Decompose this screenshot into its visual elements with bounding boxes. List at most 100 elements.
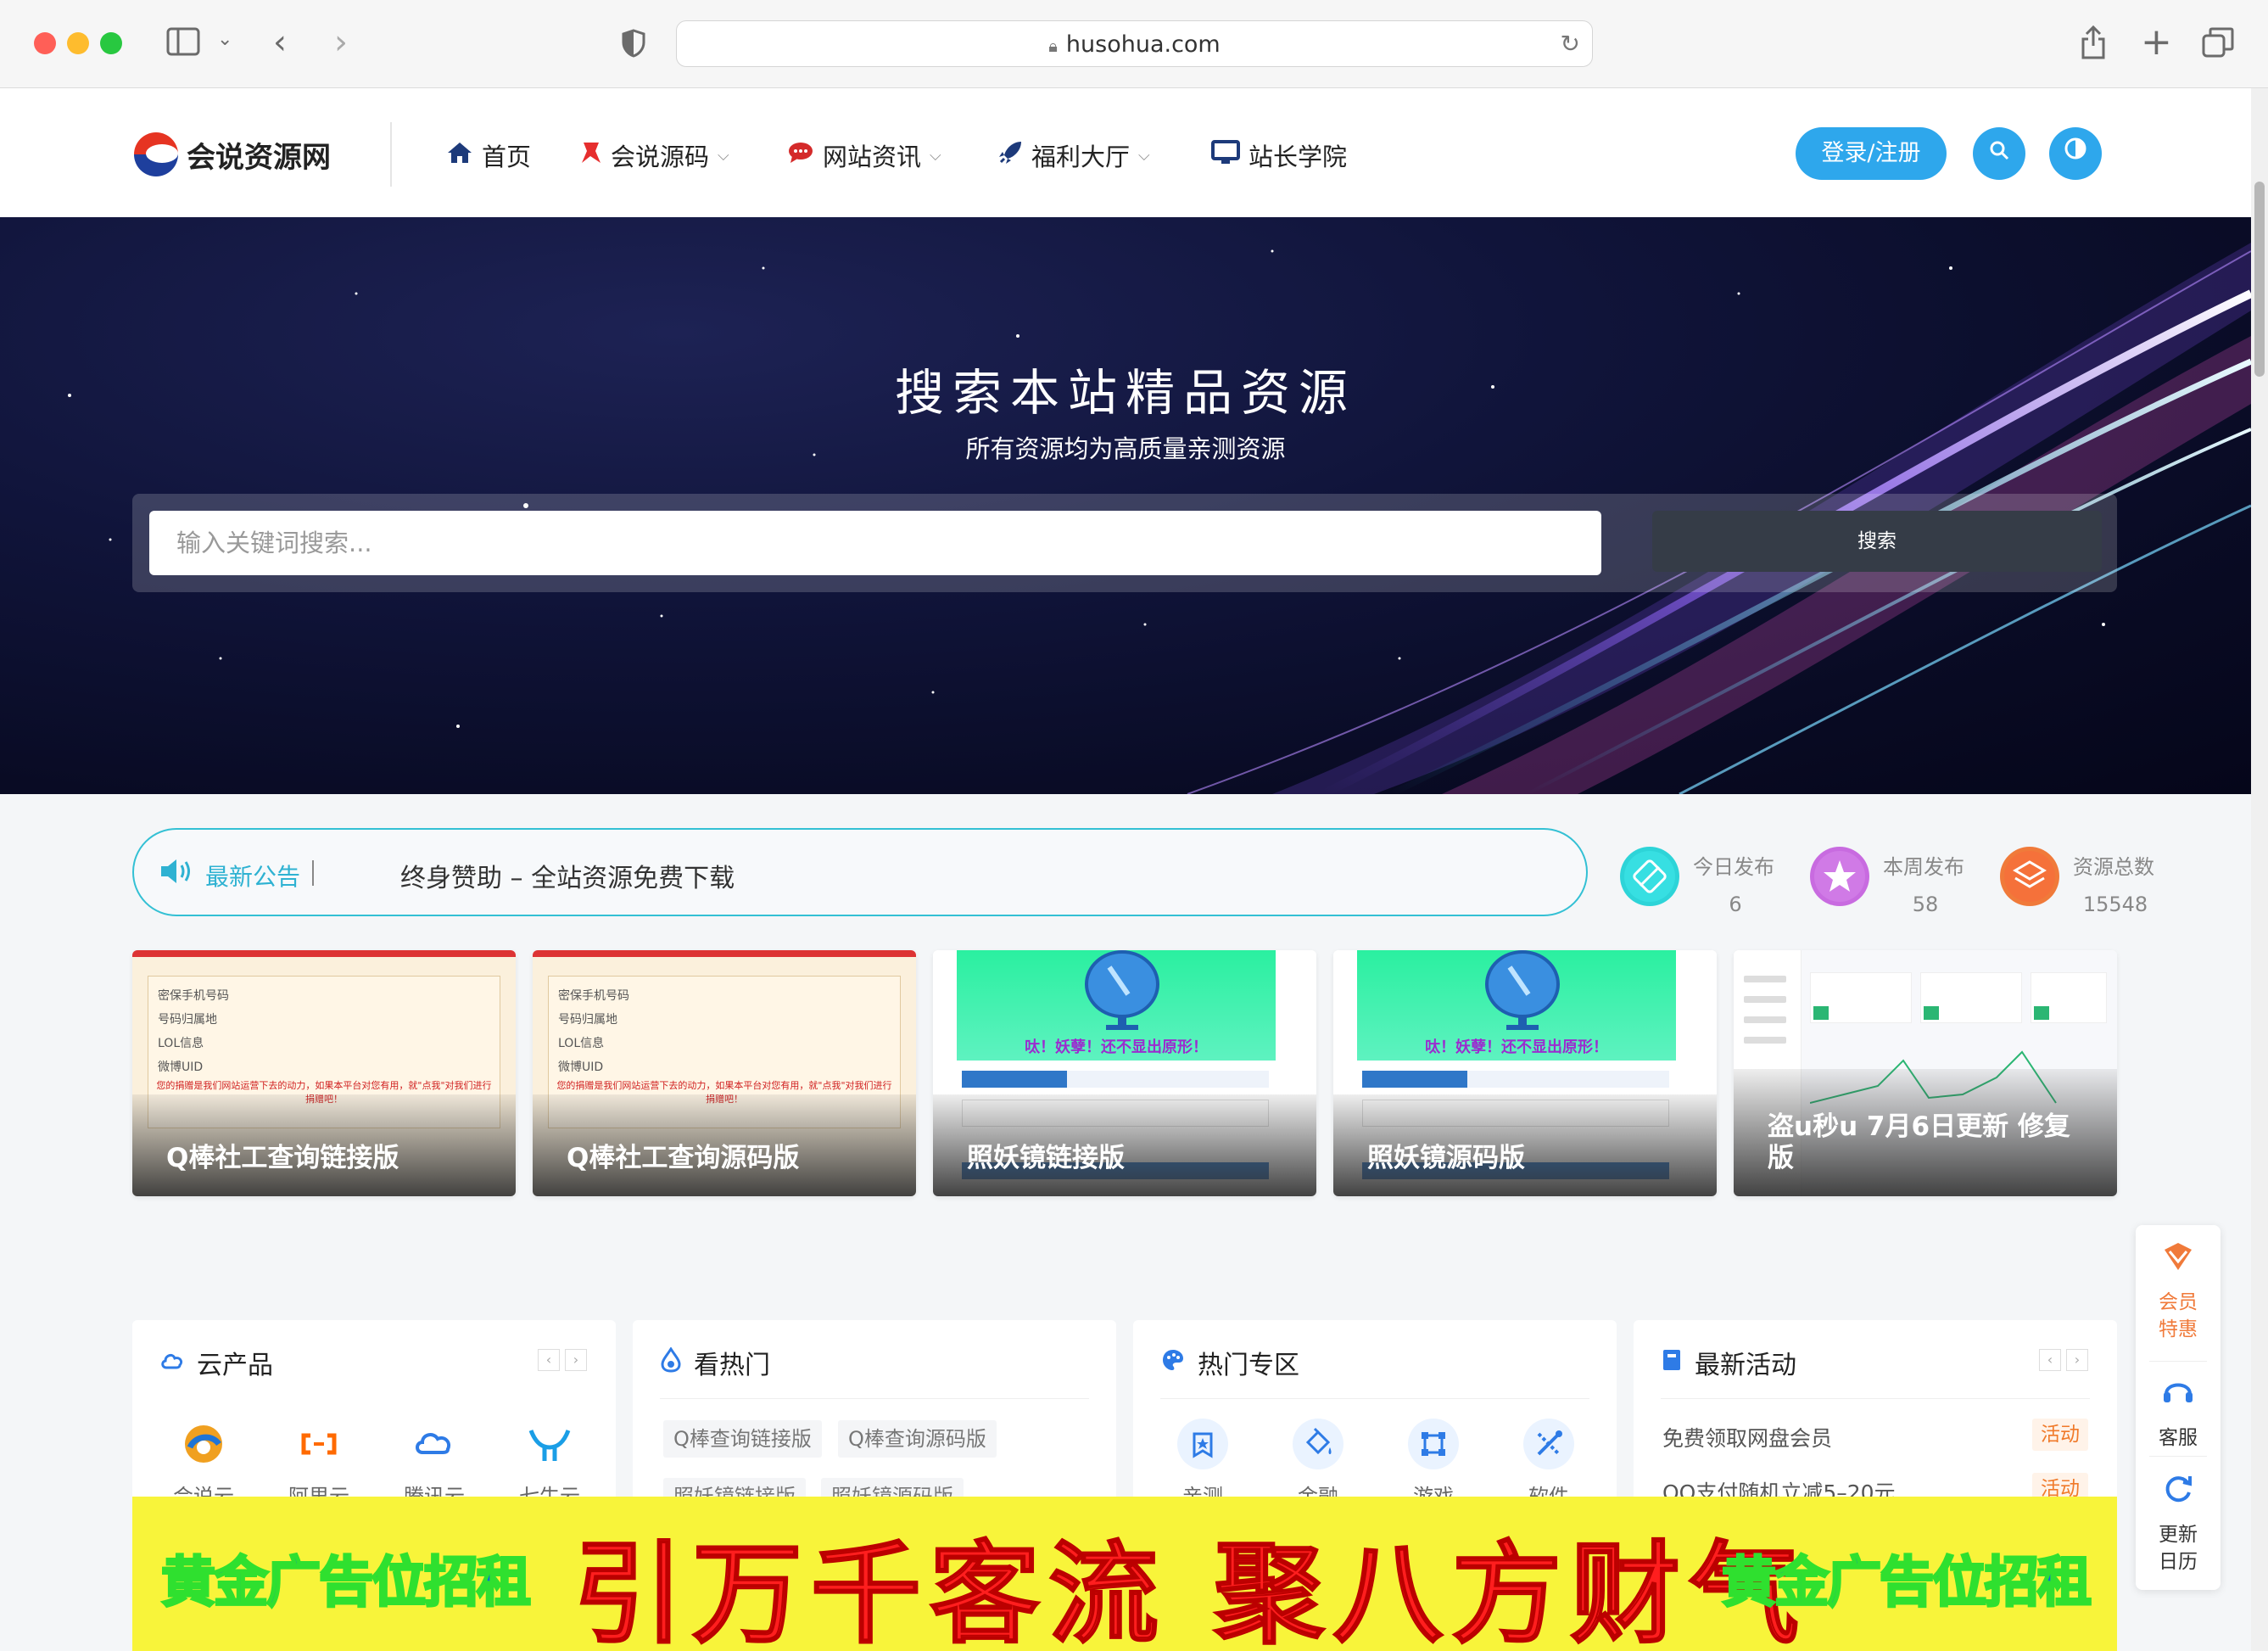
ad-right-text: 黄金广告位招租 <box>1721 1551 2093 1616</box>
new-tab-icon[interactable]: + <box>2141 24 2172 61</box>
thumb-row-label: LOL信息 <box>158 1037 204 1050</box>
widget-title: 看热门 <box>660 1344 770 1381</box>
stat-total: 资源总数 15548 <box>2000 831 2178 916</box>
customer-service-button[interactable]: 客服 <box>2136 1374 2221 1452</box>
widget-divider <box>1661 1398 2090 1399</box>
cloud-item-aliyun[interactable]: 阿里云 <box>268 1419 370 1509</box>
prev-arrow-button[interactable]: ‹ <box>2039 1349 2061 1371</box>
stat-label: 本周发布 <box>1883 855 1964 879</box>
scrollbar-thumb[interactable] <box>2254 182 2265 377</box>
sidebar-icon[interactable] <box>166 27 200 62</box>
ad-left-text: 黄金广告位招租 <box>160 1551 533 1616</box>
widget-title: 热门专区 <box>1160 1344 1299 1381</box>
announcement-text[interactable]: 终身赞助 – 全站资源免费下载 <box>400 857 735 894</box>
next-arrow-button[interactable]: › <box>2066 1349 2088 1371</box>
chevron-down-icon[interactable]: ⌄ <box>217 31 232 49</box>
ad-slogan: 引万千客流 聚八方财气 <box>573 1529 1808 1651</box>
chevron-down-icon: ⌵ <box>718 146 729 165</box>
hot-tag[interactable]: Q棒查询链接版 <box>663 1420 822 1458</box>
resource-card[interactable]: 密保手机号码 号码归属地 LOL信息 微博UID 您的捐赠是我们网站运营下去的动… <box>533 950 916 1196</box>
zone-item-tested[interactable]: 亲测 <box>1152 1419 1254 1509</box>
widget-divider <box>660 1398 1089 1399</box>
badge-star-icon <box>1177 1419 1228 1469</box>
card-title[interactable]: 照妖镜源码版 <box>1367 1143 1691 1174</box>
thumb-caption: 呔！妖孽！还不显出原形！ <box>1025 1038 1208 1056</box>
nav-label: 会说源码 <box>611 143 710 171</box>
window-close-button[interactable] <box>34 32 56 54</box>
card-title[interactable]: Q棒社工查询源码版 <box>567 1143 891 1174</box>
site-header: 会说资源网 首页 会说源码 ⌵ 网站资讯 ⌵ 福利大厅 ⌵ 站长学院 登录/注册 <box>0 88 2251 217</box>
update-calendar-button[interactable]: 更新日历 <box>2136 1471 2221 1576</box>
mirror-icon <box>1085 950 1159 1030</box>
back-icon[interactable]: ‹ <box>273 25 287 59</box>
qiniu-cloud-icon <box>524 1419 575 1469</box>
zone-item-games[interactable]: 游戏 <box>1383 1419 1484 1509</box>
thumb-row-label: 密保手机号码 <box>558 989 629 1003</box>
vip-offer-button[interactable]: 会员特惠 <box>2136 1239 2221 1344</box>
nav-item-academy[interactable]: 站长学院 <box>1211 137 1347 173</box>
stat-value: 6 <box>1729 893 1742 916</box>
address-bar[interactable]: 🔒︎ husohua.com ↻ <box>676 20 1593 67</box>
nav-label: 首页 <box>482 143 532 171</box>
resource-card[interactable]: 盗u秒u 7月6日更新 修复版 <box>1734 950 2117 1196</box>
paint-bucket-icon <box>1293 1419 1343 1469</box>
tabs-overview-icon[interactable] <box>2202 27 2234 64</box>
announcement-divider <box>312 860 314 886</box>
resource-card[interactable]: 呔！妖孽！还不显出原形！ 照妖镜源码版 <box>1333 950 1717 1196</box>
search-input[interactable] <box>149 511 1601 575</box>
browser-toolbar: ⌄ ‹ › 🔒︎ husohua.com ↻ + <box>0 0 2268 88</box>
cloud-item-qiniu[interactable]: 七牛云 <box>499 1419 601 1509</box>
zone-item-finance[interactable]: 金融 <box>1267 1419 1369 1509</box>
theme-toggle-button[interactable] <box>2049 127 2102 180</box>
url-text: 🔒︎ husohua.com <box>1048 31 1221 58</box>
login-register-button[interactable]: 登录/注册 <box>1796 127 1947 180</box>
float-label: 客服 <box>2159 1427 2198 1450</box>
prev-arrow-button[interactable]: ‹ <box>538 1349 560 1371</box>
card-title[interactable]: 照妖镜链接版 <box>967 1143 1291 1174</box>
stat-week: 本周发布 58 <box>1810 831 1988 916</box>
nav-item-news[interactable]: 网站资讯 ⌵ <box>787 137 941 173</box>
refresh-icon <box>2136 1471 2221 1516</box>
card-title[interactable]: Q棒社工查询链接版 <box>166 1143 490 1174</box>
ad-banner[interactable]: 黄金广告位招租 引万千客流 聚八方财气 黄金广告位招租 <box>132 1497 2117 1651</box>
search-button[interactable] <box>1973 127 2025 180</box>
shield-icon[interactable] <box>622 29 645 64</box>
thumb-row-label: 号码归属地 <box>158 1013 217 1027</box>
window-minimize-button[interactable] <box>67 32 89 54</box>
hot-tag[interactable]: Q棒查询源码版 <box>838 1420 997 1458</box>
logo-text: 会说资源网 <box>187 140 331 175</box>
stat-today: 今日发布 6 <box>1620 831 1798 916</box>
stat-label: 今日发布 <box>1693 855 1774 879</box>
resource-card[interactable]: 密保手机号码 号码归属地 LOL信息 微博UID 您的捐赠是我们网站运营下去的动… <box>132 950 516 1196</box>
share-icon[interactable] <box>2080 25 2107 65</box>
resource-card[interactable]: 呔！妖孽！还不显出原形！ 照妖镜链接版 <box>933 950 1316 1196</box>
page-scrollbar[interactable] <box>2251 88 2268 1651</box>
reload-icon[interactable]: ↻ <box>1561 30 1580 58</box>
stat-label: 资源总数 <box>2073 855 2154 879</box>
card-title[interactable]: 盗u秒u 7月6日更新 修复版 <box>1768 1111 2092 1174</box>
cloud-item-huishuo[interactable]: 会说云 <box>153 1419 254 1509</box>
chat-icon <box>787 141 814 171</box>
nav-item-home[interactable]: 首页 <box>446 137 531 173</box>
forward-icon[interactable]: › <box>334 25 348 59</box>
theme-icon <box>2063 137 2088 167</box>
palette-icon <box>1160 1347 1186 1379</box>
drop-icon <box>660 1346 682 1379</box>
cloud-item-tencent[interactable]: 腾讯云 <box>383 1419 485 1509</box>
monitor-icon <box>1211 139 1240 171</box>
nav-item-source[interactable]: 会说源码 ⌵ <box>580 137 729 173</box>
activity-item[interactable]: 免费领取网盘会员 <box>1662 1422 1832 1452</box>
stat-value: 58 <box>1912 893 1939 916</box>
window-zoom-button[interactable] <box>100 32 122 54</box>
next-arrow-button[interactable]: › <box>565 1349 587 1371</box>
search-submit-button[interactable]: 搜索 <box>1652 511 2102 572</box>
search-icon <box>1988 139 2010 167</box>
site-logo[interactable]: 会说资源网 <box>134 129 331 180</box>
search-box: 搜索 <box>132 494 2117 592</box>
zone-item-software[interactable]: 软件 <box>1498 1419 1600 1509</box>
thumb-row-label: 号码归属地 <box>558 1013 617 1027</box>
vector-square-icon <box>1408 1419 1459 1469</box>
widget-title-text: 热门专区 <box>1198 1351 1299 1380</box>
nav-item-welfare[interactable]: 福利大厅 ⌵ <box>997 137 1150 173</box>
announcement-bar: 最新公告 终身赞助 – 全站资源免费下载 <box>132 828 1588 916</box>
